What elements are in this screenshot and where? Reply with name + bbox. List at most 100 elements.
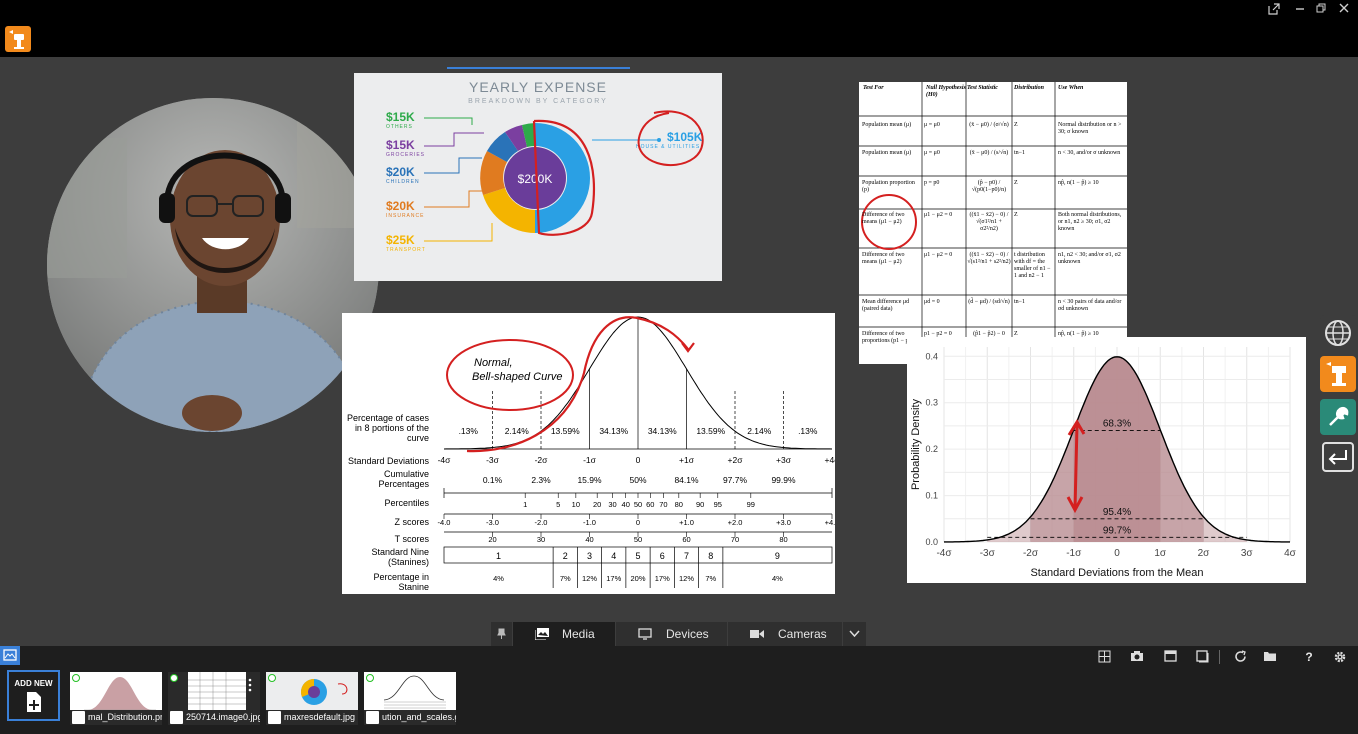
tab-media[interactable]: Media [513, 622, 615, 646]
image-file-icon [72, 711, 85, 724]
stanine-value: 3 [587, 551, 592, 561]
portion-value: 13.59% [551, 426, 580, 436]
cumulative-value: 0.1% [483, 475, 503, 485]
row-label-sd: Standard Deviations [347, 456, 429, 466]
z-value: -4.0 [438, 518, 451, 527]
stanine-value: 7 [684, 551, 689, 561]
t-value: 70 [731, 535, 739, 544]
stanine-pct-value: 17% [655, 574, 670, 583]
stanine-pct-value: 20% [630, 574, 645, 583]
thumbnail-filename: maxresdefault.jpg [284, 712, 356, 722]
normal-distribution-figure[interactable]: .13% 2.14% 13.59% 34.13% 34.13% 13.59% 2.14% .1… [342, 313, 835, 594]
y-tick-label: 0.1 [925, 491, 938, 501]
hypothesis-tests-table[interactable]: Test For Null Hypothesis (H0) Test Stati… [859, 82, 1127, 364]
x-axis-label: Standard Deviations from the Mean [1030, 567, 1203, 579]
row-label-portions: Percentage of cases in 8 portions of the… [346, 413, 429, 443]
y-tick-label: 0.4 [925, 351, 938, 361]
table-cell-stat: ((x̄1 − x̄2) − 0) / √(s1²/n1 + s2²/n2) [967, 252, 1011, 265]
band-label: 99.7% [1103, 525, 1131, 536]
percentile-value: 40 [622, 500, 630, 509]
percentile-value: 70 [659, 500, 667, 509]
density-chart[interactable]: 68.3% 95.4% 99.7% -4σ -3σ -2σ -1σ 0 1σ 2σ 3σ 4σ 0.0 0… [907, 337, 1306, 583]
table-cell-stat: (x̄ − μ0) / (σ/√n) [969, 122, 1009, 128]
x-tick-label: -4σ [936, 548, 952, 559]
portion-value: 13.59% [696, 426, 725, 436]
percentile-value: 50 [634, 500, 642, 509]
image-file-icon [170, 711, 183, 724]
minimize-icon[interactable] [1292, 3, 1308, 17]
folder-icon[interactable] [1262, 650, 1278, 664]
webcam-person-image[interactable] [47, 98, 379, 432]
x-tick-label: -3σ [980, 548, 996, 559]
cumulative-value: 99.9% [771, 475, 796, 485]
add-new-button[interactable]: ADD NEW [7, 670, 60, 721]
table-cell-use: Both normal distributions, or n1, n2 ≥ 3… [1058, 212, 1122, 232]
stanine-pct-value: 4% [493, 574, 504, 583]
table-cell-dist: tn−1 [1014, 150, 1026, 156]
restore-icon[interactable] [1313, 3, 1329, 17]
x-tick-label: 1σ [1154, 548, 1167, 559]
return-button[interactable] [1322, 442, 1354, 472]
media-thumbnail[interactable]: maxresdefault.jpg [266, 672, 358, 725]
table-cell-use: np̂, n(1 − p̂) ≥ 10 [1058, 180, 1099, 186]
y-axis-label: Probability Density [910, 398, 922, 490]
stanine-value: 9 [775, 551, 780, 561]
stanine-value: 8 [708, 551, 713, 561]
whiteboard-icon[interactable] [1194, 650, 1210, 664]
portion-value: 2.14% [505, 426, 530, 436]
cumulative-value: 97.7% [723, 475, 748, 485]
window-capture-icon[interactable] [1162, 650, 1178, 664]
band-label: 95.4% [1103, 507, 1131, 518]
table-cell-null: μd = 0 [924, 299, 940, 305]
curve-annotation-line1: Normal, [474, 357, 513, 369]
x-tick-label: -2σ [1023, 548, 1039, 559]
portion-value: .13% [798, 426, 818, 436]
sd-tick-label: +4σ [825, 455, 835, 465]
settings-gear-icon[interactable] [1332, 650, 1348, 664]
row-label-percentiles: Percentiles [384, 498, 429, 508]
x-tick-label: 4σ [1284, 548, 1297, 559]
z-value: -1.0 [583, 518, 596, 527]
media-thumbnail[interactable]: mal_Distribution.png [70, 672, 162, 725]
web-browser-button[interactable] [1320, 315, 1356, 351]
status-dot-icon [170, 674, 178, 682]
table-cell-dist: Z [1014, 212, 1018, 218]
media-tray-tab-icon[interactable] [0, 646, 20, 665]
z-value: -3.0 [486, 518, 499, 527]
stanine-value: 6 [660, 551, 665, 561]
y-tick-label: 0.0 [925, 537, 938, 547]
sd-tick-label: -2σ [535, 455, 549, 465]
z-value: -2.0 [535, 518, 548, 527]
table-header: Null Hypothesis (H0) [926, 85, 966, 98]
tab-devices[interactable]: Devices [616, 622, 727, 646]
podium-button[interactable] [1320, 356, 1356, 392]
media-thumbnail[interactable]: ution_and_scales.gif [364, 672, 456, 725]
tab-cameras[interactable]: Cameras [728, 622, 842, 646]
x-tick-label: 0 [1114, 548, 1120, 559]
y-tick-label: 0.3 [925, 398, 938, 408]
band-label: 68.3% [1103, 419, 1131, 430]
tab-media-label: Media [562, 627, 595, 641]
grid-layout-icon[interactable] [1096, 650, 1112, 664]
camera-snapshot-icon[interactable] [1129, 650, 1145, 664]
t-value: 80 [779, 535, 787, 544]
portion-value: 34.13% [599, 426, 628, 436]
tab-cameras-label: Cameras [778, 627, 827, 641]
table-cell-use: n < 30, and/or σ unknown [1058, 150, 1121, 156]
app-logo-icon[interactable] [5, 26, 31, 52]
refresh-icon[interactable] [1232, 650, 1248, 664]
pin-tab-button[interactable] [491, 622, 512, 646]
yearly-expense-image[interactable]: YEARLY EXPENSE BREAKDOWN BY CATEGORY $15… [354, 73, 722, 281]
media-thumbnail[interactable]: 250714.image0.jpg [168, 672, 260, 725]
stanine-value: 1 [496, 551, 501, 561]
sd-tick-label: -4σ [438, 455, 452, 465]
tabs-collapse-button[interactable] [843, 622, 866, 646]
portion-value: .13% [459, 426, 479, 436]
popout-icon[interactable] [1266, 3, 1282, 17]
table-cell-null: p = p0 [924, 180, 940, 186]
add-new-label: ADD NEW [14, 679, 53, 688]
help-icon[interactable]: ? [1301, 650, 1317, 664]
close-icon[interactable] [1336, 3, 1352, 17]
tools-button[interactable] [1320, 399, 1356, 435]
table-cell-test: Mean difference μd (paired data) [862, 299, 910, 312]
